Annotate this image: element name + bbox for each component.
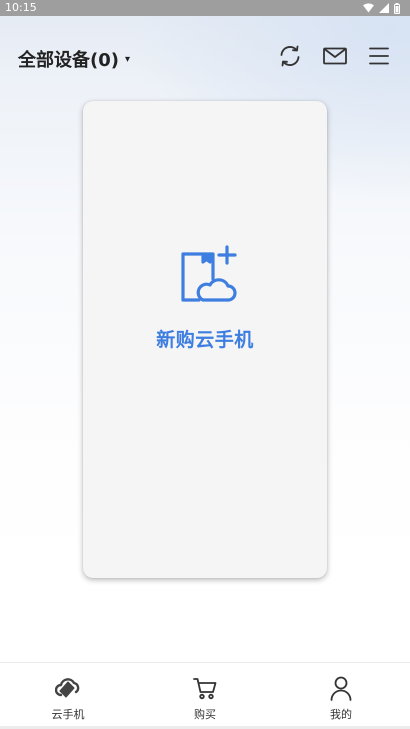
nav-buy[interactable]: 购买 xyxy=(160,663,250,727)
nav-cloud-phone[interactable]: 云手机 xyxy=(23,663,113,727)
nav-mine[interactable]: 我的 xyxy=(296,663,386,727)
menu-button[interactable] xyxy=(365,44,393,72)
new-cloud-phone-card[interactable]: 新购云手机 xyxy=(83,101,327,578)
mail-icon xyxy=(322,46,348,70)
device-filter-label: 全部设备(0) xyxy=(18,50,119,71)
refresh-button[interactable] xyxy=(276,44,304,72)
new-cloud-phone-icon xyxy=(179,243,241,307)
device-filter-dropdown[interactable]: 全部设备(0) ▾ xyxy=(18,46,130,72)
header: 全部设备(0) ▾ xyxy=(0,40,410,76)
caret-down-icon: ▾ xyxy=(124,53,131,65)
cloud-phone-icon xyxy=(55,675,81,701)
wifi-icon xyxy=(363,3,374,13)
status-icons xyxy=(363,2,400,14)
battery-icon xyxy=(394,2,400,14)
status-bar: 10:15 xyxy=(0,0,410,16)
nav-cloud-phone-label: 云手机 xyxy=(51,708,85,721)
nav-buy-label: 购买 xyxy=(194,708,216,721)
cart-icon xyxy=(192,675,218,701)
menu-icon xyxy=(367,46,391,70)
status-time: 10:15 xyxy=(5,1,37,14)
new-cloud-phone-label: 新购云手机 xyxy=(156,329,254,351)
nav-mine-label: 我的 xyxy=(330,708,352,721)
messages-button[interactable] xyxy=(321,44,349,72)
refresh-icon xyxy=(278,44,302,72)
signal-icon xyxy=(379,3,389,13)
user-icon xyxy=(329,675,353,701)
bottom-navigation: 云手机 购买 我的 xyxy=(0,662,410,729)
